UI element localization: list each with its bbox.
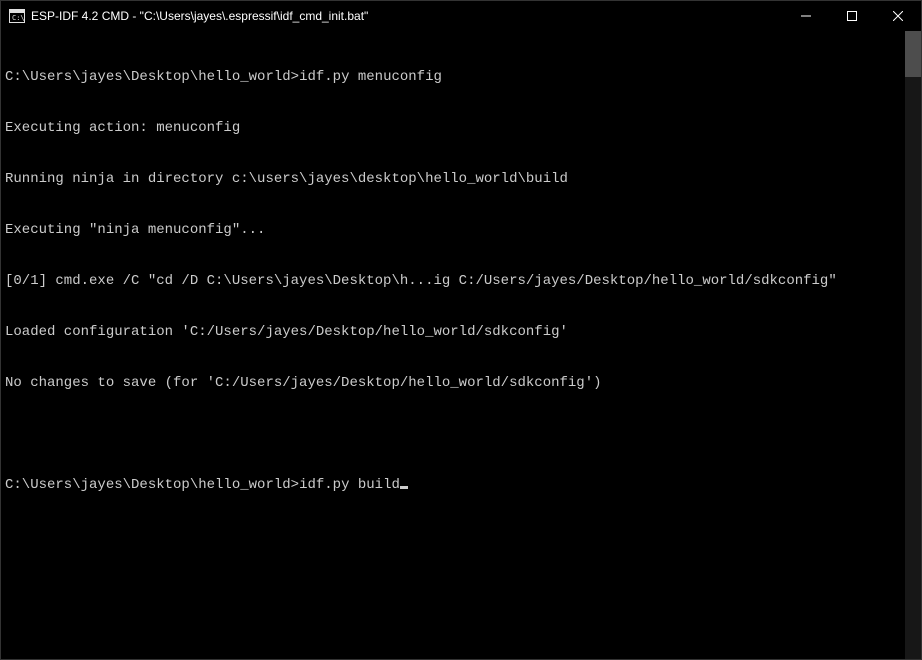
titlebar[interactable]: C:\ ESP-IDF 4.2 CMD - "C:\Users\jayes\.e…: [1, 1, 921, 31]
prompt: C:\Users\jayes\Desktop\hello_world>: [5, 69, 299, 85]
terminal-line: Executing action: menuconfig: [5, 120, 905, 137]
cmd-prompt-icon: C:\: [9, 9, 25, 23]
terminal-line: Running ninja in directory c:\users\jaye…: [5, 171, 905, 188]
app-window: C:\ ESP-IDF 4.2 CMD - "C:\Users\jayes\.e…: [0, 0, 922, 660]
minimize-button[interactable]: [783, 1, 829, 31]
terminal-area: C:\Users\jayes\Desktop\hello_world>idf.p…: [1, 31, 921, 659]
command-text: idf.py menuconfig: [299, 69, 442, 85]
terminal-line: Loaded configuration 'C:/Users/jayes/Des…: [5, 324, 905, 341]
window-controls: [783, 1, 921, 31]
window-title: ESP-IDF 4.2 CMD - "C:\Users\jayes\.espre…: [31, 9, 368, 23]
terminal-line: [5, 426, 905, 443]
minimize-icon: [801, 11, 811, 21]
maximize-icon: [847, 11, 857, 21]
scrollbar-thumb[interactable]: [905, 31, 921, 77]
prompt: C:\Users\jayes\Desktop\hello_world>: [5, 477, 299, 493]
terminal-line: [0/1] cmd.exe /C "cd /D C:\Users\jayes\D…: [5, 273, 905, 290]
command-text: idf.py build: [299, 477, 400, 493]
terminal-line: No changes to save (for 'C:/Users/jayes/…: [5, 375, 905, 392]
terminal[interactable]: C:\Users\jayes\Desktop\hello_world>idf.p…: [1, 31, 905, 659]
scrollbar[interactable]: [905, 31, 921, 659]
maximize-button[interactable]: [829, 1, 875, 31]
cursor: [400, 486, 408, 489]
terminal-line: Executing "ninja menuconfig"...: [5, 222, 905, 239]
terminal-current-line: C:\Users\jayes\Desktop\hello_world>idf.p…: [5, 477, 905, 494]
close-button[interactable]: [875, 1, 921, 31]
terminal-line: C:\Users\jayes\Desktop\hello_world>idf.p…: [5, 69, 905, 86]
close-icon: [893, 11, 903, 21]
svg-text:C:\: C:\: [12, 14, 25, 22]
